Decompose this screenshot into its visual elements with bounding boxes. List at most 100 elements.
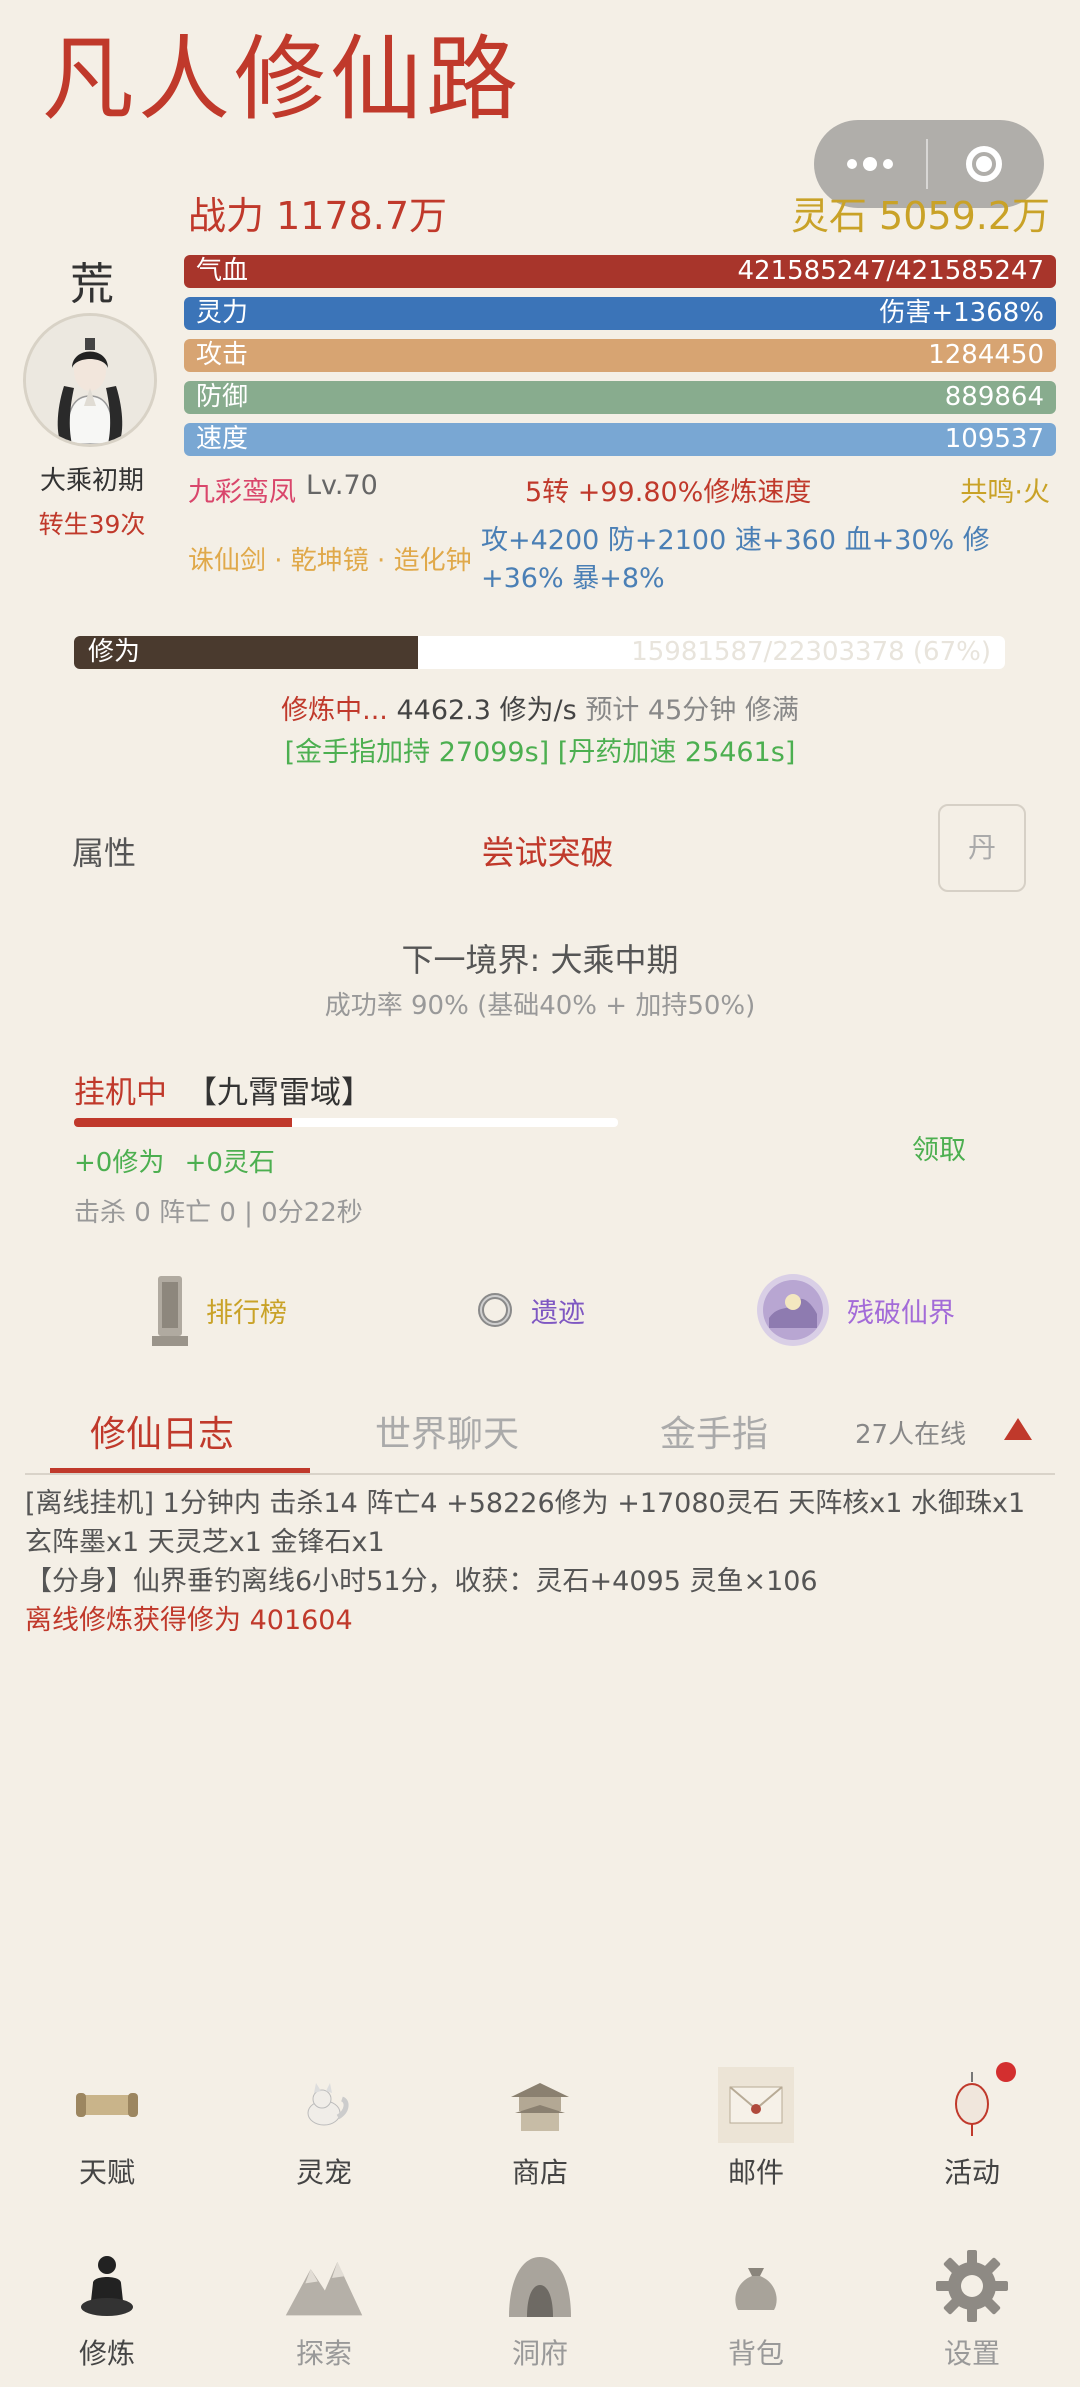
treasures[interactable]: 诛仙剑 · 乾坤镜 · 造化钟 bbox=[188, 540, 472, 577]
nav-label: 修炼 bbox=[78, 2337, 135, 2370]
meditation-icon bbox=[67, 2246, 147, 2326]
stat-label: 攻击 bbox=[196, 340, 249, 370]
active-tab-indicator bbox=[50, 1468, 310, 1473]
stat-value: 伤害+1368% bbox=[879, 298, 1044, 328]
success-rate: 成功率 90% (基础40% + 加持50%) bbox=[324, 991, 756, 1021]
avatar[interactable] bbox=[23, 313, 157, 447]
cultivation-progress-bar: 修为 15981587/22303378 (67%) bbox=[74, 636, 1005, 669]
game-title: 凡人修仙路 bbox=[42, 26, 523, 133]
stat-value: 1284450 bbox=[928, 340, 1044, 370]
collapse-arrow-icon[interactable] bbox=[1004, 1418, 1032, 1440]
stat-label: 防御 bbox=[196, 382, 249, 412]
log-entry: 【分身】仙界垂钓离线6小时51分，收获：灵石+4095 灵鱼×106 bbox=[25, 1566, 818, 1597]
mountain-icon bbox=[284, 2246, 364, 2326]
pet-name[interactable]: 九彩鸾凤 bbox=[188, 470, 296, 509]
nav-activity[interactable]: 活动 bbox=[872, 2065, 1072, 2191]
stat-bar-hp: 气血 421585247/421585247 bbox=[184, 255, 1056, 288]
training-status: 修炼中... 4462.3 修为/s 预计 45分钟 修满 bbox=[0, 688, 1080, 727]
training-eta: 预计 45分钟 修满 bbox=[585, 695, 799, 726]
stat-bar-attack: 攻击 1284450 bbox=[184, 339, 1056, 372]
stat-label: 速度 bbox=[196, 424, 249, 454]
broken-realm-icon bbox=[757, 1274, 829, 1346]
nav-label: 洞府 bbox=[511, 2337, 568, 2370]
fox-icon bbox=[284, 2065, 364, 2145]
cultivation-log: [离线挂机] 1分钟内 击杀14 阵亡4 +58226修为 +17080灵石 天… bbox=[25, 1484, 1055, 1640]
envelope-icon bbox=[716, 2065, 796, 2145]
bag-icon bbox=[716, 2246, 796, 2326]
log-entry: 离线修炼获得修为 401604 bbox=[25, 1605, 353, 1636]
nav-label: 灵宠 bbox=[295, 2156, 352, 2189]
tab-divider bbox=[25, 1473, 1055, 1475]
idle-status: 挂机中 bbox=[74, 1075, 167, 1111]
scroll-icon bbox=[67, 2065, 147, 2145]
stat-bar-mana: 灵力 伤害+1368% bbox=[184, 297, 1056, 330]
stat-value: 421585247/421585247 bbox=[737, 256, 1044, 286]
nav-settings[interactable]: 设置 bbox=[872, 2246, 1072, 2372]
cultivation-label: 修为 bbox=[88, 637, 141, 667]
log-entry: [离线挂机] 1分钟内 击杀14 阵亡4 +58226修为 +17080灵石 天… bbox=[25, 1488, 1026, 1558]
nav-mail[interactable]: 邮件 bbox=[656, 2065, 856, 2191]
nav-label: 天赋 bbox=[78, 2156, 135, 2189]
claim-button[interactable]: 领取 bbox=[912, 1128, 966, 1167]
stat-value: 109537 bbox=[944, 424, 1044, 454]
cultivation-value: 15981587/22303378 (67%) bbox=[631, 637, 991, 667]
nav-explore[interactable]: 探索 bbox=[224, 2246, 424, 2372]
stat-bar-defense: 防御 889864 bbox=[184, 381, 1056, 414]
nav-talent[interactable]: 天赋 bbox=[7, 2065, 207, 2191]
target-icon bbox=[966, 146, 1002, 182]
idle-stats: 击杀 0 阵亡 0 | 0分22秒 bbox=[74, 1198, 363, 1228]
resonance: 共鸣·火 bbox=[960, 477, 1050, 508]
combat-power: 战力 1178.7万 bbox=[188, 194, 448, 238]
nav-pet[interactable]: 灵宠 bbox=[224, 2065, 424, 2191]
idle-location[interactable]: 【九霄雷域】 bbox=[186, 1067, 372, 1112]
tab-golden-finger[interactable]: 金手指 bbox=[660, 1405, 768, 1457]
online-count: 27人在线 bbox=[855, 1420, 967, 1450]
more-dot-icon bbox=[847, 159, 857, 169]
nav-label: 邮件 bbox=[727, 2156, 784, 2189]
tab-world-chat[interactable]: 世界聊天 bbox=[375, 1405, 519, 1457]
nav-cultivate[interactable]: 修炼 bbox=[7, 2246, 207, 2372]
stat-label: 气血 bbox=[196, 256, 249, 286]
ring-icon bbox=[478, 1293, 512, 1327]
gear-icon bbox=[932, 2246, 1012, 2326]
notification-badge bbox=[996, 2062, 1016, 2082]
tab-cultivation-log[interactable]: 修仙日志 bbox=[90, 1405, 234, 1457]
cave-icon bbox=[500, 2246, 580, 2326]
idle-progress-fill bbox=[74, 1118, 292, 1127]
idle-progress-bar bbox=[74, 1118, 618, 1127]
broken-realm-label: 残破仙界 bbox=[847, 1297, 955, 1329]
next-realm: 下一境界: 大乘中期 bbox=[401, 941, 679, 979]
realm-name: 大乘初期 bbox=[39, 466, 144, 496]
idle-gains: +0修为 +0灵石 bbox=[74, 1148, 275, 1178]
rebirth-count: 转生39次 bbox=[38, 510, 146, 539]
ranking-button[interactable]: 排行榜 bbox=[150, 1270, 287, 1350]
ruins-label: 遗迹 bbox=[531, 1297, 585, 1329]
stat-label: 灵力 bbox=[196, 298, 249, 328]
active-boosts: [金手指加持 27099s] [丹药加速 25461s] bbox=[284, 737, 796, 768]
cultivator-portrait-icon bbox=[26, 316, 154, 444]
ranking-label: 排行榜 bbox=[206, 1297, 287, 1329]
nav-cave[interactable]: 洞府 bbox=[440, 2246, 640, 2372]
treasure-bonus: 攻+4200 防+2100 速+360 血+30% 修+36% 暴+8% bbox=[481, 525, 990, 594]
more-dot-icon bbox=[883, 159, 893, 169]
training-state: 修炼中... bbox=[281, 695, 388, 726]
spirit-stones: 灵石 5059.2万 bbox=[790, 194, 1050, 238]
nav-shop[interactable]: 商店 bbox=[440, 2065, 640, 2191]
training-rate: 4462.3 修为/s bbox=[396, 695, 577, 726]
pet-level: Lv.70 bbox=[306, 470, 378, 501]
ranking-stele-icon bbox=[152, 1276, 188, 1346]
nav-label: 背包 bbox=[727, 2337, 784, 2370]
nav-label: 商店 bbox=[511, 2156, 568, 2189]
stat-value: 889864 bbox=[944, 382, 1044, 412]
breakthrough-button[interactable]: 尝试突破 bbox=[0, 826, 1080, 874]
nav-label: 设置 bbox=[943, 2337, 1000, 2370]
ruins-button[interactable]: 遗迹 bbox=[475, 1270, 585, 1350]
pill-button[interactable]: 丹 bbox=[938, 804, 1026, 892]
more-dot-icon bbox=[863, 157, 877, 171]
pavilion-icon bbox=[500, 2065, 580, 2145]
nav-bag[interactable]: 背包 bbox=[656, 2246, 856, 2372]
nav-label: 活动 bbox=[943, 2156, 1000, 2189]
realm-character: 荒 bbox=[70, 259, 114, 310]
stat-bar-speed: 速度 109537 bbox=[184, 423, 1056, 456]
broken-realm-button[interactable]: 残破仙界 bbox=[755, 1270, 955, 1350]
